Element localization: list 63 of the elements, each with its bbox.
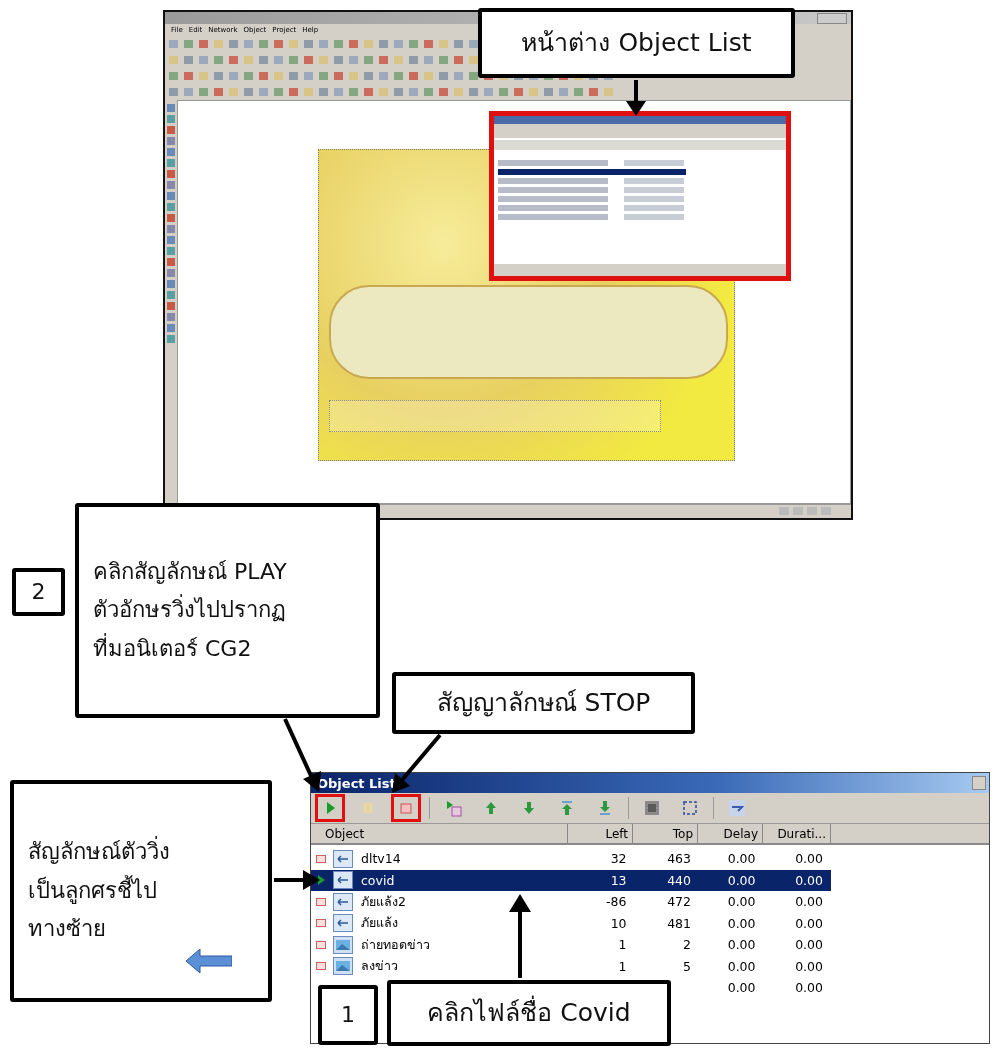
callout-text: หน้าต่าง Object List [521,28,752,58]
table-cell-text: 0.00 [726,894,757,910]
table-cell-text: 32 [609,851,628,867]
table-cell-text: 0.00 [726,958,757,974]
table-row[interactable]: covid 13 440 0.00 0.00 [311,869,831,891]
table-cell-text: -86 [605,894,628,910]
window-controls-icon[interactable] [817,13,847,24]
text-object-icon [333,914,353,933]
column-header[interactable]: Delay [698,824,763,843]
table-cell-text: ลงข่าว [360,957,399,976]
table-cell-text: 10 [609,915,628,931]
table-cell-text: 0.00 [794,851,824,867]
table-row[interactable]: ภัยแล้ง 10 481 0.00 0.00 [311,912,831,934]
stop-icon[interactable] [391,794,421,822]
table-cell-text: ภัยแล้ง2 [360,892,407,911]
table-cell-text: 1 [617,958,628,974]
left-arrow-icon [186,949,232,973]
play-icon[interactable] [315,794,345,822]
table-cell-text: 0.00 [794,915,824,931]
table-cell-text: 2 [682,937,693,953]
table-cell-text: dltv14 [360,851,402,867]
table-cell-text: 1 [617,937,628,953]
close-icon[interactable] [972,776,986,790]
table-cell-text: 0.00 [726,980,757,996]
callout-text: สัญญาลักษณ์ STOP [436,688,651,718]
table-cell-text: 0.00 [794,872,824,888]
table-cell-text: 481 [666,915,693,931]
table-cell-text: 463 [666,851,693,867]
table-cell-text: 13 [609,872,628,888]
table-cell-text: ภัยแล้ง [360,914,399,933]
column-header[interactable]: Durati... [763,824,831,843]
table-cell-text: 0.00 [794,958,824,974]
table-cell-text: ถ่ายทอดข่าว [360,935,431,954]
table-cell-text: covid [360,872,396,888]
text-object-icon [333,849,353,868]
table-row[interactable]: ภัยแล้ง2 -86 472 0.00 0.00 [311,891,831,913]
pointer-arrow [274,870,320,890]
table-cell-text: 5 [682,958,693,974]
callout-text: คลิกสัญลักษณ์ PLAY ตัวอักษรวิ่งไปปรากฏ ที่มอนิเตอร์ CG2 [93,557,287,663]
callout-text: 1 [341,1004,355,1026]
table-row[interactable]: ถ่ายทอดข่าว 1 2 0.00 0.00 [311,934,831,956]
table-cell-text: 0.00 [794,980,824,996]
table-cell-text: 472 [666,894,693,910]
image-object-icon [333,935,353,954]
table-cell-text: 440 [666,872,693,888]
column-header[interactable]: Left [568,824,633,843]
pointer-arrow [626,80,646,116]
window-title: Object List [317,775,396,791]
text-object-icon [333,871,353,890]
table-row[interactable]: dltv14 32 463 0.00 0.00 [311,848,831,870]
callout-text: 2 [31,581,46,603]
table-cell-text: 0.00 [726,872,757,888]
table-cell-text: 0.00 [794,894,824,910]
text-object-icon [333,892,353,911]
table-cell-text: 0.00 [726,851,757,867]
callout-text: สัญลักษณ์ตัววิ่ง เป็นลูกศรชี้ไป ทางซ้าย [28,833,170,949]
image-object-icon [333,957,353,976]
column-header[interactable]: Top [633,824,698,843]
table-row[interactable]: ลงข่าว 1 5 0.00 0.00 [311,955,831,977]
table-cell-text: 0.00 [726,937,757,953]
column-header[interactable]: Object [311,824,568,843]
table-cell-text: 0.00 [794,937,824,953]
table-cell-text: 0.00 [726,915,757,931]
